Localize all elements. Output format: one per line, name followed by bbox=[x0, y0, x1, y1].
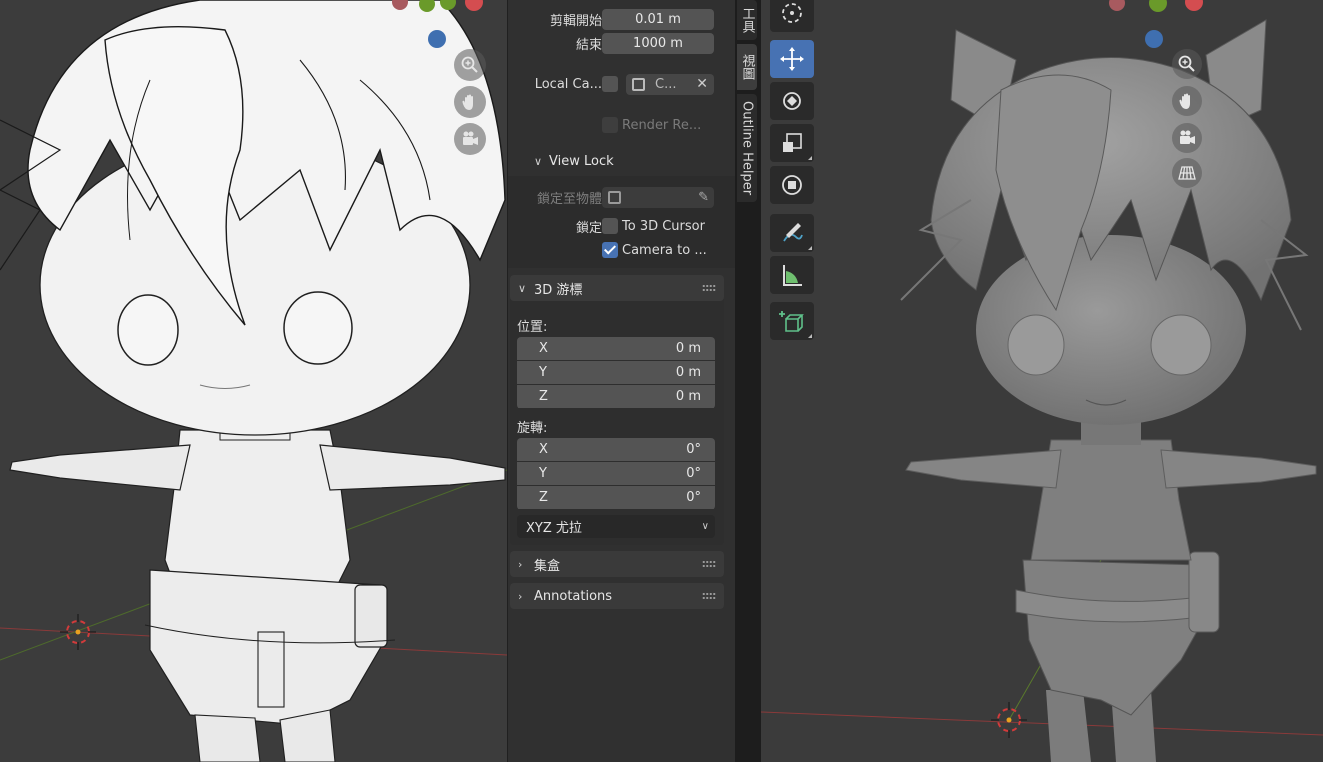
lock-object-label: 鎖定至物體 bbox=[536, 191, 602, 207]
measure-icon bbox=[783, 265, 802, 286]
rotation-label: 旋轉: bbox=[517, 421, 548, 436]
drag-grip-icon[interactable] bbox=[702, 284, 716, 292]
perspective-grid-icon[interactable] bbox=[1172, 158, 1202, 188]
render-region-label: Render Re... bbox=[622, 117, 702, 133]
move-icon bbox=[780, 47, 804, 71]
lock-label: 鎖定 bbox=[575, 220, 602, 236]
rotation-z-field[interactable]: Z 0° bbox=[517, 486, 715, 509]
collections-title: 集盒 bbox=[534, 558, 561, 574]
location-y-field[interactable]: Y0 m bbox=[517, 361, 715, 384]
sidebar-view-panel: 剪輯開始 0.01 m 結束 1000 m Local Ca... C... ✕… bbox=[507, 0, 736, 762]
chevron-down-icon: ∨ bbox=[534, 154, 543, 168]
transform-icon bbox=[782, 175, 802, 195]
rotation-x-field[interactable]: X 0° bbox=[517, 438, 715, 461]
eyedropper-icon[interactable]: ✎ bbox=[698, 190, 709, 205]
chevron-down-icon: ∨ bbox=[518, 281, 527, 295]
cursor-icon bbox=[782, 3, 802, 23]
character-render-solid bbox=[761, 0, 1323, 762]
drag-grip-icon[interactable] bbox=[702, 592, 716, 600]
rotation-y-field[interactable]: Y 0° bbox=[517, 462, 715, 485]
tab-tool[interactable]: 工具 bbox=[737, 0, 757, 40]
tab-view[interactable]: 視圖 bbox=[737, 44, 757, 90]
pan-hand-icon[interactable] bbox=[454, 86, 486, 118]
render-region-checkbox[interactable] bbox=[602, 117, 618, 133]
camera-to-view-row: Camera to ... bbox=[508, 239, 736, 261]
camera-view-icon[interactable] bbox=[454, 123, 486, 155]
to-3d-cursor-label: To 3D Cursor bbox=[622, 218, 705, 234]
rotation-mode-value: XYZ 尤拉 bbox=[526, 521, 582, 536]
cursor-panel-title: 3D 游標 bbox=[534, 282, 583, 298]
cursor-tool-button[interactable] bbox=[770, 0, 814, 32]
annotations-title: Annotations bbox=[534, 588, 613, 604]
cursor-panel-header[interactable]: ∨ 3D 游標 bbox=[510, 275, 724, 301]
rotate-tool-button[interactable] bbox=[770, 82, 814, 120]
character-render-white bbox=[0, 0, 507, 762]
location-x-field[interactable]: X0 m bbox=[517, 337, 715, 360]
chevron-down-icon: ∨ bbox=[701, 521, 709, 532]
zoom-icon[interactable] bbox=[1172, 49, 1202, 79]
local-camera-value: C... bbox=[655, 76, 677, 92]
lock-object-row: 鎖定至物體 ✎ bbox=[508, 186, 736, 208]
move-tool-button[interactable] bbox=[770, 40, 814, 78]
render-region-row: Render Re... bbox=[508, 114, 736, 136]
chevron-right-icon: › bbox=[518, 589, 523, 603]
drag-grip-icon[interactable] bbox=[702, 560, 716, 568]
clip-start-field[interactable]: 0.01 m bbox=[602, 8, 714, 30]
object-icon bbox=[608, 190, 621, 204]
clip-start-row: 剪輯開始 0.01 m bbox=[508, 8, 736, 30]
view-lock-title: View Lock bbox=[549, 153, 614, 169]
clip-end-field[interactable]: 1000 m bbox=[602, 32, 714, 54]
add-cube-tool-button[interactable] bbox=[770, 302, 814, 340]
zoom-icon[interactable] bbox=[454, 49, 486, 81]
local-camera-row: Local Ca... C... ✕ bbox=[508, 73, 736, 95]
rotation-vector: X 0° Y 0° Z 0° bbox=[517, 438, 715, 510]
clear-x-icon[interactable]: ✕ bbox=[696, 76, 708, 92]
sidebar-tabs: 工具 視圖 Outline Helper bbox=[735, 0, 761, 762]
clip-start-label: 剪輯開始 bbox=[549, 13, 602, 29]
pan-hand-icon[interactable] bbox=[1172, 86, 1202, 116]
collections-panel-header[interactable]: › 集盒 bbox=[510, 551, 724, 577]
left-3d-viewport[interactable] bbox=[0, 0, 507, 762]
rotation-mode-dropdown[interactable]: XYZ 尤拉 ∨ bbox=[517, 515, 715, 538]
annotate-icon bbox=[783, 223, 803, 242]
clip-end-label: 結束 bbox=[575, 37, 602, 53]
camera-to-view-checkbox[interactable] bbox=[602, 242, 618, 258]
location-label: 位置: bbox=[517, 320, 548, 335]
local-camera-checkbox[interactable] bbox=[602, 76, 618, 92]
camera-object-icon bbox=[632, 77, 645, 91]
lock-to-cursor-row: 鎖定 To 3D Cursor bbox=[508, 215, 736, 237]
right-3d-viewport[interactable] bbox=[761, 0, 1323, 762]
location-vector: X0 m Y0 m Z0 m bbox=[517, 337, 715, 409]
lock-object-field[interactable]: ✎ bbox=[602, 186, 714, 208]
local-camera-label: Local Ca... bbox=[534, 76, 602, 92]
annotations-panel-header[interactable]: › Annotations bbox=[510, 583, 724, 609]
local-camera-field[interactable]: C... ✕ bbox=[626, 73, 714, 95]
scale-icon bbox=[783, 133, 802, 152]
chevron-right-icon: › bbox=[518, 557, 523, 571]
clip-end-row: 結束 1000 m bbox=[508, 32, 736, 54]
transform-tool-button[interactable] bbox=[770, 166, 814, 204]
annotate-tool-button[interactable] bbox=[770, 214, 814, 252]
view-lock-header[interactable]: ∨ View Lock bbox=[508, 150, 736, 172]
location-z-field[interactable]: Z0 m bbox=[517, 385, 715, 408]
tab-outline-helper[interactable]: Outline Helper bbox=[737, 94, 757, 202]
camera-view-icon[interactable] bbox=[1172, 123, 1202, 153]
rotate-icon bbox=[783, 92, 801, 110]
add-cube-icon bbox=[779, 311, 804, 332]
to-3d-cursor-checkbox[interactable] bbox=[602, 218, 618, 234]
scale-tool-button[interactable] bbox=[770, 124, 814, 162]
measure-tool-button[interactable] bbox=[770, 256, 814, 294]
camera-to-view-label: Camera to ... bbox=[622, 242, 707, 258]
